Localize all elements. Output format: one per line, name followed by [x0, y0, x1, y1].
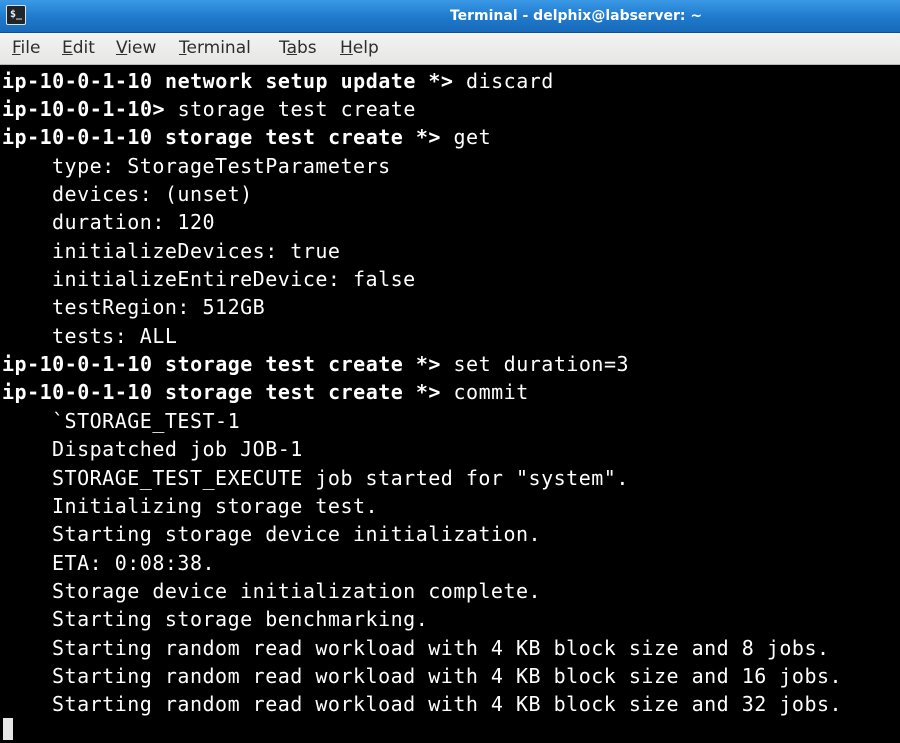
menu-terminal[interactable]: Terminal: [179, 33, 251, 63]
terminal-line: ip-10-0-1-10 storage test create *> set …: [2, 350, 629, 378]
title-bar[interactable]: $_ Terminal - delphix@labserver: ~: [0, 0, 900, 33]
output-line: Starting storage device initialization.: [52, 522, 542, 546]
output-line: Storage device initialization complete.: [52, 579, 542, 603]
output-line: initializeDevices: true: [52, 239, 341, 263]
shell-prompt: ip-10-0-1-10 network setup update *>: [2, 69, 467, 93]
output-line: Starting random read workload with 4 KB …: [52, 664, 843, 688]
output-line: STORAGE_TEST_EXECUTE job started for "sy…: [52, 466, 629, 490]
output-line: Starting random read workload with 4 KB …: [52, 636, 830, 660]
output-line: initializeEntireDevice: false: [52, 267, 416, 291]
terminal-icon[interactable]: $_: [6, 5, 26, 25]
menu-view[interactable]: View: [116, 33, 156, 63]
output-line: devices: (unset): [52, 182, 253, 206]
output-line: `STORAGE_TEST-1: [52, 409, 241, 433]
terminal-output[interactable]: ip-10-0-1-10 network setup update *> dis…: [0, 65, 900, 743]
command-text: get: [453, 125, 492, 149]
terminal-line: ip-10-0-1-10> storage test create: [2, 95, 416, 123]
menu-bar: File Edit View Terminal Tabs Help: [0, 33, 900, 65]
output-line: type: StorageTestParameters: [52, 154, 391, 178]
shell-prompt: ip-10-0-1-10>: [2, 97, 178, 121]
output-line: Starting random read workload with 4 KB …: [52, 692, 843, 716]
menu-tabs[interactable]: Tabs: [279, 33, 317, 63]
command-text: discard: [466, 69, 554, 93]
shell-prompt: ip-10-0-1-10 storage test create *>: [2, 380, 454, 404]
window-title: Terminal - delphix@labserver: ~: [449, 8, 703, 24]
output-line: tests: ALL: [52, 324, 178, 348]
terminal-line: ip-10-0-1-10 storage test create *> comm…: [2, 378, 529, 406]
command-text: set duration=3: [453, 352, 630, 376]
command-text: commit: [453, 380, 529, 404]
terminal-line: ip-10-0-1-10 storage test create *> get: [2, 123, 491, 151]
menu-help[interactable]: Help: [340, 33, 379, 63]
shell-prompt: ip-10-0-1-10 storage test create *>: [2, 125, 454, 149]
menu-file[interactable]: File: [12, 33, 40, 63]
output-line: Initializing storage test.: [52, 494, 379, 518]
output-line: Starting storage benchmarking.: [52, 607, 429, 631]
command-text: storage test create: [177, 97, 416, 121]
terminal-line: ip-10-0-1-10 network setup update *> dis…: [2, 67, 554, 95]
output-line: testRegion: 512GB: [52, 295, 266, 319]
terminal-window: $_ Terminal - delphix@labserver: ~ File …: [0, 0, 900, 743]
output-line: ETA: 0:08:38.: [52, 551, 216, 575]
shell-prompt: ip-10-0-1-10 storage test create *>: [2, 352, 454, 376]
output-line: duration: 120: [52, 210, 216, 234]
text-cursor: [3, 718, 13, 740]
menu-edit[interactable]: Edit: [62, 33, 95, 63]
output-line: Dispatched job JOB-1: [52, 437, 303, 461]
